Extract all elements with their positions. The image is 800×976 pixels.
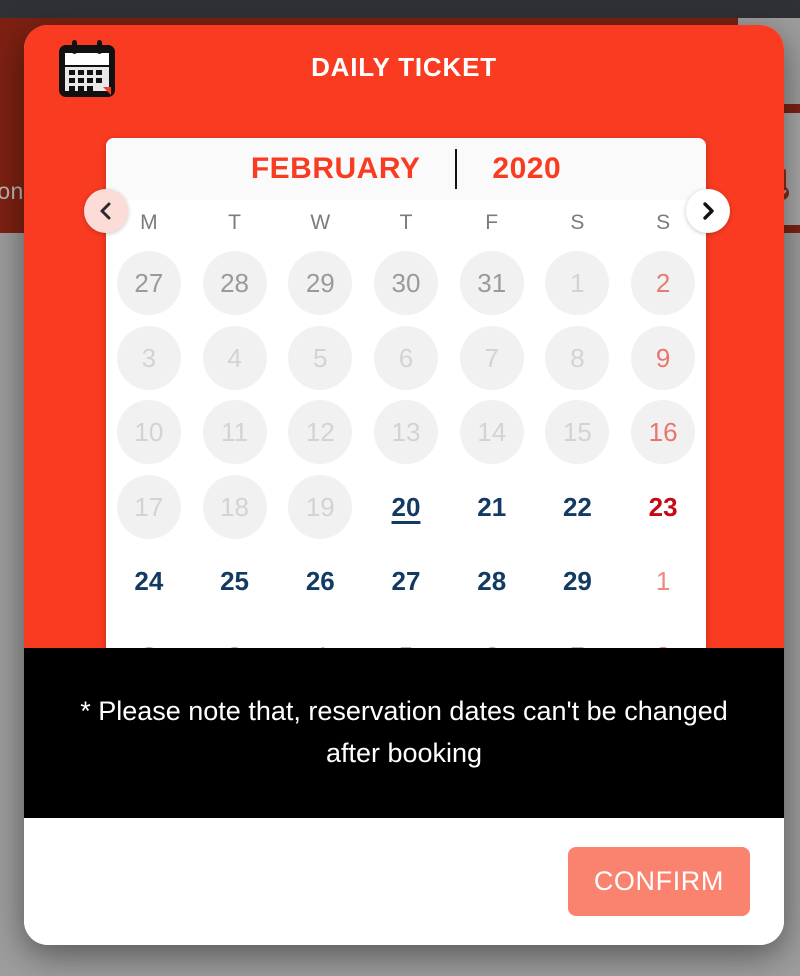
- calendar-day-15: 15: [545, 400, 609, 464]
- calendar-day-24[interactable]: 24: [117, 549, 181, 613]
- calendar-day-cell: 13: [363, 395, 449, 470]
- confirm-button[interactable]: CONFIRM: [568, 847, 750, 916]
- weekday-label-3: T: [363, 211, 449, 235]
- calendar-day-21[interactable]: 21: [460, 475, 524, 539]
- calendar-day-28[interactable]: 28: [460, 549, 524, 613]
- calendar-day-cell: 1: [620, 544, 706, 619]
- calendar-day-29: 29: [288, 251, 352, 315]
- calendar-day-25[interactable]: 25: [203, 549, 267, 613]
- calendar-day-23[interactable]: 23: [631, 475, 695, 539]
- weekday-header-row: MTWTFSS: [106, 200, 706, 246]
- calendar-day-cell: 7: [449, 321, 535, 396]
- calendar-day-cell: 23: [620, 470, 706, 545]
- calendar-day-grid: 2728293031123456789101112131415161718192…: [106, 246, 706, 693]
- calendar-day-cell: 28: [449, 544, 535, 619]
- calendar-day-7: 7: [460, 326, 524, 390]
- calendar-day-cell: 22: [535, 470, 621, 545]
- calendar-day-cell: 27: [363, 544, 449, 619]
- calendar-day-14: 14: [460, 400, 524, 464]
- calendar-day-cell: 30: [363, 246, 449, 321]
- calendar-day-cell: 5: [277, 321, 363, 396]
- calendar-day-16: 16: [631, 400, 695, 464]
- daily-ticket-modal: DAILY TICKET FEBRUARY 2020 MTWTFSS 27282…: [24, 25, 784, 945]
- calendar-day-cell: 19: [277, 470, 363, 545]
- calendar-day-cell: 1: [535, 246, 621, 321]
- calendar-day-13: 13: [374, 400, 438, 464]
- calendar-day-cell: 28: [192, 246, 278, 321]
- weekday-label-5: S: [535, 211, 621, 235]
- calendar-day-17: 17: [117, 475, 181, 539]
- calendar-day-cell: 18: [192, 470, 278, 545]
- status-bar: [0, 0, 800, 18]
- calendar-day-cell: 12: [277, 395, 363, 470]
- calendar-day-2: 2: [631, 251, 695, 315]
- calendar-day-5: 5: [288, 326, 352, 390]
- background-header-label: ion: [0, 178, 24, 205]
- calendar-day-cell: 15: [535, 395, 621, 470]
- calendar-day-cell: 14: [449, 395, 535, 470]
- calendar-day-9: 9: [631, 326, 695, 390]
- reservation-note-band: * Please note that, reservation dates ca…: [24, 648, 784, 818]
- calendar-day-cell: 10: [106, 395, 192, 470]
- calendar-day-11: 11: [203, 400, 267, 464]
- calendar-day-30: 30: [374, 251, 438, 315]
- calendar-header: FEBRUARY 2020: [106, 138, 706, 200]
- calendar-day-27[interactable]: 27: [374, 549, 438, 613]
- calendar-day-cell: 29: [535, 544, 621, 619]
- calendar-day-cell: 25: [192, 544, 278, 619]
- calendar-day-cell: 6: [363, 321, 449, 396]
- calendar-month-label[interactable]: FEBRUARY: [251, 152, 421, 186]
- calendar-day-12: 12: [288, 400, 352, 464]
- weekday-label-2: W: [277, 211, 363, 235]
- calendar-widget: FEBRUARY 2020 MTWTFSS 272829303112345678…: [106, 138, 706, 693]
- calendar-day-cell: 16: [620, 395, 706, 470]
- chevron-right-icon[interactable]: [686, 189, 730, 233]
- calendar-day-19: 19: [288, 475, 352, 539]
- calendar-day-cell: 31: [449, 246, 535, 321]
- calendar-day-cell: 20: [363, 470, 449, 545]
- calendar-header-divider: [455, 149, 457, 189]
- calendar-day-10: 10: [117, 400, 181, 464]
- calendar-day-18: 18: [203, 475, 267, 539]
- calendar-day-cell: 11: [192, 395, 278, 470]
- reservation-note-text: * Please note that, reservation dates ca…: [70, 691, 738, 775]
- calendar-day-8: 8: [545, 326, 609, 390]
- calendar-day-cell: 3: [106, 321, 192, 396]
- calendar-day-1: 1: [545, 251, 609, 315]
- weekday-label-1: T: [192, 211, 278, 235]
- calendar-day-27: 27: [117, 251, 181, 315]
- calendar-day-cell: 8: [535, 321, 621, 396]
- calendar-day-cell: 29: [277, 246, 363, 321]
- calendar-day-31: 31: [460, 251, 524, 315]
- calendar-day-cell: 4: [192, 321, 278, 396]
- calendar-day-26[interactable]: 26: [288, 549, 352, 613]
- calendar-day-cell: 27: [106, 246, 192, 321]
- chevron-left-icon[interactable]: [84, 189, 128, 233]
- calendar-day-28: 28: [203, 251, 267, 315]
- page-title: DAILY TICKET: [24, 52, 784, 83]
- calendar-day-cell: 24: [106, 544, 192, 619]
- calendar-day-4: 4: [203, 326, 267, 390]
- calendar-year-label[interactable]: 2020: [492, 152, 561, 186]
- calendar-day-cell: 26: [277, 544, 363, 619]
- calendar-day-cell: 2: [620, 246, 706, 321]
- calendar-day-cell: 9: [620, 321, 706, 396]
- calendar-day-3: 3: [117, 326, 181, 390]
- calendar-day-6: 6: [374, 326, 438, 390]
- calendar-day-cell: 17: [106, 470, 192, 545]
- weekday-label-4: F: [449, 211, 535, 235]
- calendar-day-29[interactable]: 29: [545, 549, 609, 613]
- calendar-day-22[interactable]: 22: [545, 475, 609, 539]
- calendar-day-1: 1: [631, 549, 695, 613]
- calendar-day-cell: 21: [449, 470, 535, 545]
- calendar-day-20[interactable]: 20: [374, 475, 438, 539]
- modal-footer: CONFIRM: [24, 818, 784, 945]
